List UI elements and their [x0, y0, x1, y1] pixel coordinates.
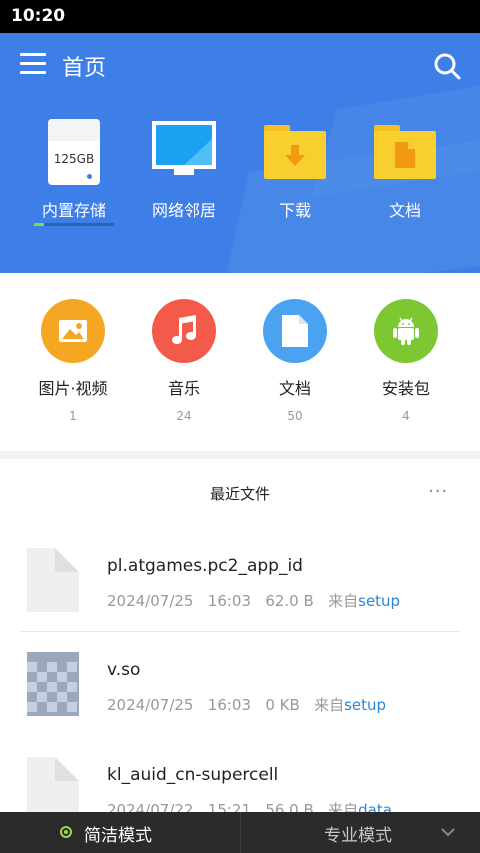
- file-thumbnail-icon: [27, 548, 79, 612]
- file-name: v.so: [107, 660, 141, 680]
- storage-download-label: 下载: [278, 201, 311, 220]
- storage-internal-label: 内置存储: [41, 201, 106, 220]
- file-source-link[interactable]: setup: [344, 696, 386, 714]
- file-thumbnail-icon: [27, 652, 79, 716]
- recent-file-item[interactable]: v.so 2024/07/25 16:03 0 KB 来自setup: [0, 652, 480, 756]
- file-name: kl_auid_cn-supercell: [107, 765, 279, 785]
- monitor-icon: [152, 121, 216, 177]
- music-icon: [152, 299, 216, 363]
- file-time: 16:03: [207, 592, 252, 610]
- selected-radio-icon: [60, 826, 72, 838]
- category-panel: 图片·视频 1 音乐 24 文档 50 安装包 4: [0, 273, 480, 451]
- recent-files-panel: 最近文件 ··· pl.atgames.pc2_app_id 2024/07/2…: [0, 459, 480, 821]
- category-name: 文档: [278, 379, 311, 398]
- document-icon: [263, 299, 327, 363]
- category-music[interactable]: 音乐 24: [129, 299, 239, 423]
- file-from-prefix: 来自: [328, 592, 359, 610]
- status-bar: 10:20: [0, 0, 480, 33]
- category-count: 1: [69, 409, 77, 423]
- more-options-icon[interactable]: ···: [428, 483, 448, 501]
- file-meta: 2024/07/25 16:03 0 KB 来自setup: [107, 694, 386, 715]
- storage-network-label: 网络邻居: [151, 201, 216, 220]
- storage-download[interactable]: 下载: [240, 115, 350, 235]
- file-source-link[interactable]: setup: [358, 592, 400, 610]
- recent-file-item[interactable]: pl.atgames.pc2_app_id 2024/07/25 16:03 6…: [0, 548, 480, 652]
- mode-switch-bar: 简洁模式 专业模式: [0, 812, 480, 853]
- category-count: 50: [287, 409, 303, 423]
- search-icon[interactable]: [432, 51, 462, 81]
- category-name: 音乐: [167, 379, 200, 398]
- chevron-down-icon[interactable]: [441, 823, 455, 841]
- file-time: 16:03: [207, 696, 252, 714]
- storage-documents[interactable]: 文档: [350, 115, 460, 235]
- file-size: 0 KB: [265, 696, 300, 714]
- document-folder-icon: [374, 125, 436, 179]
- category-count: 4: [402, 409, 410, 423]
- simple-mode-button[interactable]: 简洁模式: [0, 812, 240, 853]
- status-time: 10:20: [11, 6, 66, 26]
- category-documents[interactable]: 文档 50: [240, 299, 350, 423]
- storage-network[interactable]: 网络邻居: [129, 115, 239, 235]
- file-size: 62.0 B: [265, 592, 314, 610]
- header-panel: 首页 125GB 内置存储 网络邻居 下载 文档: [0, 33, 480, 273]
- category-count: 24: [176, 409, 192, 423]
- page-title: 首页: [62, 56, 107, 81]
- image-icon: [41, 299, 105, 363]
- pro-mode-button[interactable]: 专业模式: [240, 812, 480, 853]
- file-from-prefix: 来自: [314, 696, 345, 714]
- category-apk[interactable]: 安装包 4: [351, 299, 461, 423]
- sd-card-icon: 125GB: [48, 119, 100, 185]
- android-icon: [374, 299, 438, 363]
- recent-files-title: 最近文件: [209, 485, 270, 503]
- storage-capacity: 125GB: [53, 152, 95, 166]
- category-images-videos[interactable]: 图片·视频 1: [18, 299, 128, 423]
- pro-mode-label: 专业模式: [324, 826, 392, 846]
- file-name: pl.atgames.pc2_app_id: [107, 556, 303, 576]
- storage-internal[interactable]: 125GB 内置存储: [19, 115, 129, 235]
- category-name: 安装包: [381, 379, 430, 398]
- category-name: 图片·视频: [38, 379, 108, 398]
- simple-mode-label: 简洁模式: [84, 826, 152, 846]
- file-date: 2024/07/25: [107, 696, 194, 714]
- file-meta: 2024/07/25 16:03 62.0 B 来自setup: [107, 590, 400, 611]
- divider: [20, 631, 460, 632]
- menu-icon[interactable]: [20, 53, 46, 75]
- storage-usage-bar: [34, 223, 114, 226]
- download-folder-icon: [264, 125, 326, 179]
- file-date: 2024/07/25: [107, 592, 194, 610]
- storage-documents-label: 文档: [388, 201, 421, 220]
